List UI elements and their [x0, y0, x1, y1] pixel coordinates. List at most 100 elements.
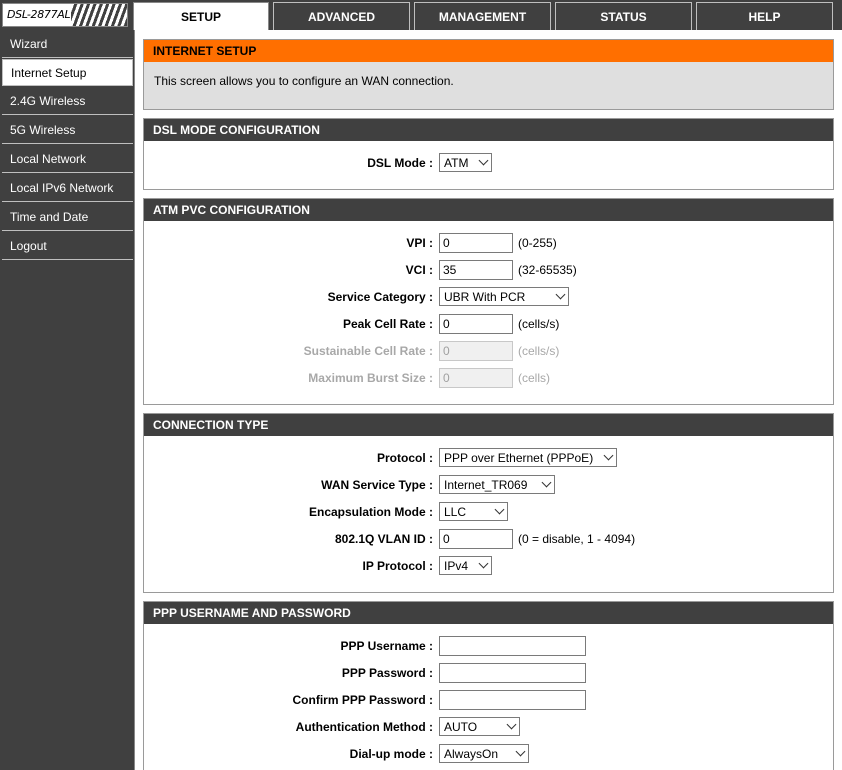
sidebar-item-2-4g-wireless[interactable]: 2.4G Wireless [2, 88, 133, 115]
auth-method-value: AUTO [444, 719, 478, 734]
service-category-select[interactable]: UBR With PCR [439, 287, 569, 306]
max-burst-size-hint: (cells) [518, 371, 550, 385]
tab-management[interactable]: MANAGEMENT [414, 2, 551, 30]
sustainable-cell-rate-label: Sustainable Cell Rate : [303, 344, 433, 358]
auth-method-row: Authentication Method : AUTO [144, 716, 833, 738]
tab-help[interactable]: HELP [696, 2, 833, 30]
ppp-username-label: PPP Username : [340, 639, 434, 653]
sidebar-item-wizard[interactable]: Wizard [2, 31, 133, 58]
protocol-row: Protocol : PPP over Ethernet (PPPoE) [144, 447, 833, 469]
service-category-value: UBR With PCR [444, 289, 526, 304]
protocol-select[interactable]: PPP over Ethernet (PPPoE) [439, 448, 617, 467]
ip-protocol-row: IP Protocol : IPv4 [144, 555, 833, 577]
auth-method-select[interactable]: AUTO [439, 717, 520, 736]
sidebar-item-logout[interactable]: Logout [2, 233, 133, 260]
encapsulation-mode-value: LLC [444, 504, 467, 519]
chevron-down-icon [506, 719, 517, 730]
chevron-down-icon [494, 504, 505, 515]
vci-hint: (32-65535) [518, 263, 577, 277]
max-burst-size-row: Maximum Burst Size : (cells) [144, 367, 833, 389]
service-category-row: Service Category : UBR With PCR [144, 286, 833, 308]
ppp-password-input[interactable] [439, 663, 586, 683]
logo: DSL-2877AL [2, 3, 128, 27]
logo-stripes-icon [71, 4, 127, 26]
peak-cell-rate-row: Peak Cell Rate : (cells/s) [144, 313, 833, 335]
chevron-down-icon [478, 558, 489, 569]
max-burst-size-label: Maximum Burst Size : [308, 371, 433, 385]
ppp-username-input[interactable] [439, 636, 586, 656]
dsl-mode-title: DSL MODE CONFIGURATION [144, 119, 833, 141]
sidebar-item-5g-wireless[interactable]: 5G Wireless [2, 117, 133, 144]
internet-setup-description: This screen allows you to configure an W… [144, 62, 833, 109]
sustainable-cell-rate-input [439, 341, 513, 361]
wan-service-type-label: WAN Service Type : [321, 478, 433, 492]
dialup-mode-label: Dial-up mode : [349, 747, 433, 761]
tab-status[interactable]: STATUS [555, 2, 692, 30]
peak-cell-rate-hint: (cells/s) [518, 317, 560, 331]
dsl-mode-row: DSL Mode : ATM [144, 152, 833, 174]
peak-cell-rate-label: Peak Cell Rate : [342, 317, 433, 331]
dsl-mode-select[interactable]: ATM [439, 153, 492, 172]
vlan-id-row: 802.1Q VLAN ID : (0 = disable, 1 - 4094) [144, 528, 833, 550]
tab-setup[interactable]: SETUP [133, 2, 269, 30]
connection-type-title: CONNECTION TYPE [144, 414, 833, 436]
vpi-hint: (0-255) [518, 236, 557, 250]
confirm-ppp-password-row: Confirm PPP Password : [144, 689, 833, 711]
vpi-row: VPI : (0-255) [144, 232, 833, 254]
confirm-ppp-password-input[interactable] [439, 690, 586, 710]
max-burst-size-input [439, 368, 513, 388]
vlan-id-hint: (0 = disable, 1 - 4094) [518, 532, 636, 546]
ppp-title: PPP USERNAME AND PASSWORD [144, 602, 833, 624]
protocol-value: PPP over Ethernet (PPPoE) [444, 450, 594, 465]
tab-advanced[interactable]: ADVANCED [273, 2, 410, 30]
dsl-mode-panel: DSL MODE CONFIGURATION DSL Mode : ATM [143, 118, 834, 190]
internet-setup-panel: INTERNET SETUP This screen allows you to… [143, 39, 834, 110]
dialup-mode-row: Dial-up mode : AlwaysOn [144, 743, 833, 765]
chevron-down-icon [555, 289, 566, 300]
sidebar-item-local-network[interactable]: Local Network [2, 146, 133, 173]
vlan-id-label: 802.1Q VLAN ID : [334, 532, 433, 546]
ppp-username-row: PPP Username : [144, 635, 833, 657]
sustainable-cell-rate-row: Sustainable Cell Rate : (cells/s) [144, 340, 833, 362]
chevron-down-icon [541, 477, 552, 488]
chevron-down-icon [478, 155, 489, 166]
internet-setup-title: INTERNET SETUP [144, 40, 833, 62]
ip-protocol-select[interactable]: IPv4 [439, 556, 492, 575]
model-name: DSL-2877AL [7, 8, 71, 21]
encapsulation-mode-select[interactable]: LLC [439, 502, 508, 521]
encapsulation-mode-row: Encapsulation Mode : LLC [144, 501, 833, 523]
sustainable-cell-rate-hint: (cells/s) [518, 344, 560, 358]
vlan-id-input[interactable] [439, 529, 513, 549]
vci-input[interactable] [439, 260, 513, 280]
dialup-mode-value: AlwaysOn [444, 746, 499, 761]
wan-service-type-select[interactable]: Internet_TR069 [439, 475, 555, 494]
encapsulation-mode-label: Encapsulation Mode : [308, 505, 433, 519]
dsl-mode-label: DSL Mode : [367, 156, 433, 170]
wan-service-type-row: WAN Service Type : Internet_TR069 [144, 474, 833, 496]
chevron-down-icon [603, 450, 614, 461]
sidebar-item-time-and-date[interactable]: Time and Date [2, 204, 133, 231]
dsl-mode-value: ATM [444, 155, 469, 170]
ip-protocol-value: IPv4 [444, 558, 469, 573]
connection-type-panel: CONNECTION TYPE Protocol : PPP over Ethe… [143, 413, 834, 593]
auth-method-label: Authentication Method : [295, 720, 433, 734]
protocol-label: Protocol : [377, 451, 433, 465]
sidebar-item-internet-setup[interactable]: Internet Setup [2, 59, 133, 86]
ppp-panel: PPP USERNAME AND PASSWORD PPP Username :… [143, 601, 834, 770]
top-nav-bar: DSL-2877AL SETUP ADVANCED MANAGEMENT STA… [0, 0, 842, 30]
vpi-input[interactable] [439, 233, 513, 253]
dialup-mode-select[interactable]: AlwaysOn [439, 744, 529, 763]
vpi-label: VPI : [406, 236, 433, 250]
ppp-password-label: PPP Password : [341, 666, 433, 680]
wan-service-type-value: Internet_TR069 [444, 477, 528, 492]
ip-protocol-label: IP Protocol : [362, 559, 433, 573]
atm-pvc-title: ATM PVC CONFIGURATION [144, 199, 833, 221]
peak-cell-rate-input[interactable] [439, 314, 513, 334]
sidebar-item-local-ipv6-network[interactable]: Local IPv6 Network [2, 175, 133, 202]
chevron-down-icon [515, 746, 526, 757]
confirm-ppp-password-label: Confirm PPP Password : [292, 693, 433, 707]
ppp-password-row: PPP Password : [144, 662, 833, 684]
vci-label: VCI : [405, 263, 433, 277]
atm-pvc-panel: ATM PVC CONFIGURATION VPI : (0-255) VCI … [143, 198, 834, 405]
sidebar: Wizard Internet Setup 2.4G Wireless 5G W… [0, 30, 135, 770]
